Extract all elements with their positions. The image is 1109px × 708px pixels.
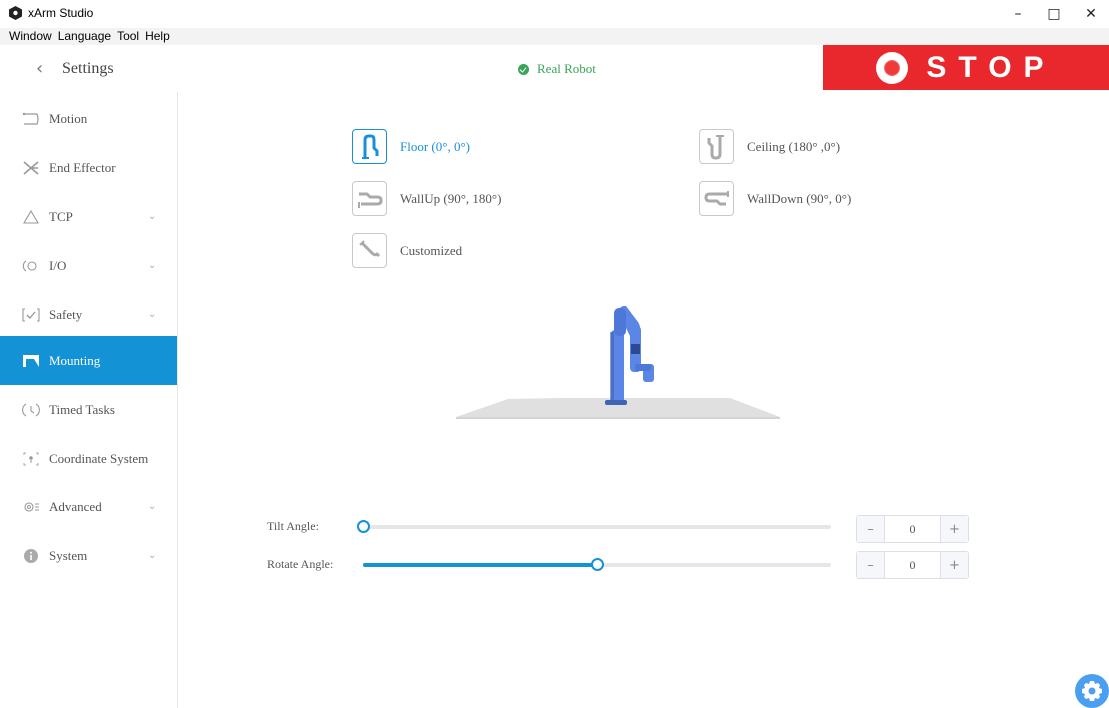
walldown-mount-icon <box>699 181 734 216</box>
sidebar-item-mounting[interactable]: Mounting <box>0 336 177 385</box>
tilt-slider-track[interactable] <box>363 525 831 529</box>
rotate-decrement-button[interactable]: – <box>857 552 885 578</box>
tilt-decrement-button[interactable]: – <box>857 516 885 542</box>
tilt-angle-stepper: – + <box>856 515 969 543</box>
stop-label: STOP <box>926 50 1056 84</box>
tilt-angle-input[interactable] <box>885 516 940 542</box>
wallup-mount-icon <box>352 181 387 216</box>
chevron-down-icon: ⌄ <box>148 260 157 271</box>
timed-tasks-icon <box>22 401 40 419</box>
maximize-icon[interactable]: □ <box>1036 0 1072 28</box>
mount-option-label: Customized <box>400 242 463 258</box>
sidebar-item-motion[interactable]: Motion <box>0 94 177 143</box>
mount-option-walldown[interactable]: WallDown (90°, 0°) <box>699 181 851 216</box>
sidebar-item-system[interactable]: System ⌄ <box>0 531 177 580</box>
rotate-angle-label: Rotate Angle: <box>267 557 334 571</box>
coordinate-system-icon <box>22 450 40 468</box>
sidebar-item-label: Safety <box>49 306 83 322</box>
menu-language[interactable]: Language <box>58 28 111 43</box>
title-bar: xArm Studio – □ ✕ <box>0 0 1109 28</box>
end-effector-icon <box>22 159 40 177</box>
chevron-down-icon: ⌄ <box>148 309 157 320</box>
chevron-down-icon: ⌄ <box>148 550 157 561</box>
menu-help[interactable]: Help <box>145 28 170 43</box>
stop-button[interactable]: STOP <box>823 45 1109 90</box>
close-icon[interactable]: ✕ <box>1073 0 1109 28</box>
menu-tool[interactable]: Tool <box>117 28 139 43</box>
sidebar-item-safety[interactable]: Safety ⌄ <box>0 290 177 339</box>
sidebar-item-label: Mounting <box>49 352 101 368</box>
page-title: Settings <box>62 60 114 77</box>
chevron-left-icon[interactable]: ‹ <box>36 58 43 79</box>
chevron-down-icon: ⌄ <box>148 501 157 512</box>
tilt-angle-label: Tilt Angle: <box>267 519 319 533</box>
sidebar-item-label: Timed Tasks <box>49 401 115 417</box>
system-icon <box>22 547 40 565</box>
check-circle-icon <box>518 63 529 75</box>
rotate-increment-button[interactable]: + <box>940 552 968 578</box>
stop-icon <box>876 51 909 84</box>
mount-option-label: WallUp (90°, 180°) <box>400 190 502 206</box>
sidebar: Motion End Effector TCP ⌄ I/O ⌄ Safety ⌄… <box>0 92 178 708</box>
menu-window[interactable]: Window <box>9 28 52 43</box>
mounting-icon <box>22 352 40 370</box>
chevron-down-icon: ⌄ <box>148 211 157 222</box>
rotate-slider-handle[interactable] <box>591 558 604 571</box>
sidebar-item-label: Advanced <box>49 498 102 514</box>
sidebar-item-label: End Effector <box>49 159 116 175</box>
connection-status: Real Robot <box>518 61 596 77</box>
customized-mount-icon <box>352 233 387 268</box>
mount-option-label: WallDown (90°, 0°) <box>747 190 852 206</box>
minimize-icon[interactable]: – <box>1000 0 1036 28</box>
gear-icon[interactable] <box>1071 670 1109 708</box>
mount-option-customized[interactable]: Customized <box>352 233 462 268</box>
tilt-slider-handle[interactable] <box>357 520 370 533</box>
robot-3d-preview[interactable] <box>450 300 790 425</box>
mount-option-label: Floor (0°, 0°) <box>400 138 470 154</box>
mount-option-wallup[interactable]: WallUp (90°, 180°) <box>352 181 501 216</box>
rotate-angle-input[interactable] <box>885 552 940 578</box>
ceiling-mount-icon <box>699 129 734 164</box>
sidebar-item-timed-tasks[interactable]: Timed Tasks <box>0 385 177 434</box>
advanced-icon <box>22 498 40 516</box>
floor-mount-icon <box>352 129 387 164</box>
sidebar-item-io[interactable]: I/O ⌄ <box>0 241 177 290</box>
sidebar-item-label: Coordinate System <box>49 450 149 466</box>
mount-option-label: Ceiling (180° ,0°) <box>747 138 841 154</box>
menu-bar: Window Language Tool Help <box>0 28 1109 45</box>
mount-option-floor[interactable]: Floor (0°, 0°) <box>352 129 470 164</box>
safety-icon <box>22 306 40 324</box>
sidebar-item-tcp[interactable]: TCP ⌄ <box>0 192 177 241</box>
sidebar-item-label: System <box>49 547 88 563</box>
tilt-increment-button[interactable]: + <box>940 516 968 542</box>
sidebar-item-coordinate-system[interactable]: Coordinate System <box>0 434 177 483</box>
io-icon <box>22 257 40 275</box>
rotate-angle-stepper: – + <box>856 551 969 579</box>
sidebar-item-end-effector[interactable]: End Effector <box>0 143 177 192</box>
sidebar-item-label: Motion <box>49 110 88 126</box>
rotate-slider-fill <box>363 563 597 567</box>
sidebar-item-label: I/O <box>49 257 67 273</box>
sidebar-item-label: TCP <box>49 208 73 224</box>
mount-option-ceiling[interactable]: Ceiling (180° ,0°) <box>699 129 840 164</box>
xarm-logo-icon <box>9 6 22 20</box>
app-title: xArm Studio <box>28 6 94 20</box>
status-text: Real Robot <box>537 61 596 76</box>
sidebar-item-advanced[interactable]: Advanced ⌄ <box>0 482 177 531</box>
motion-icon <box>22 110 40 128</box>
tcp-icon <box>22 208 40 226</box>
